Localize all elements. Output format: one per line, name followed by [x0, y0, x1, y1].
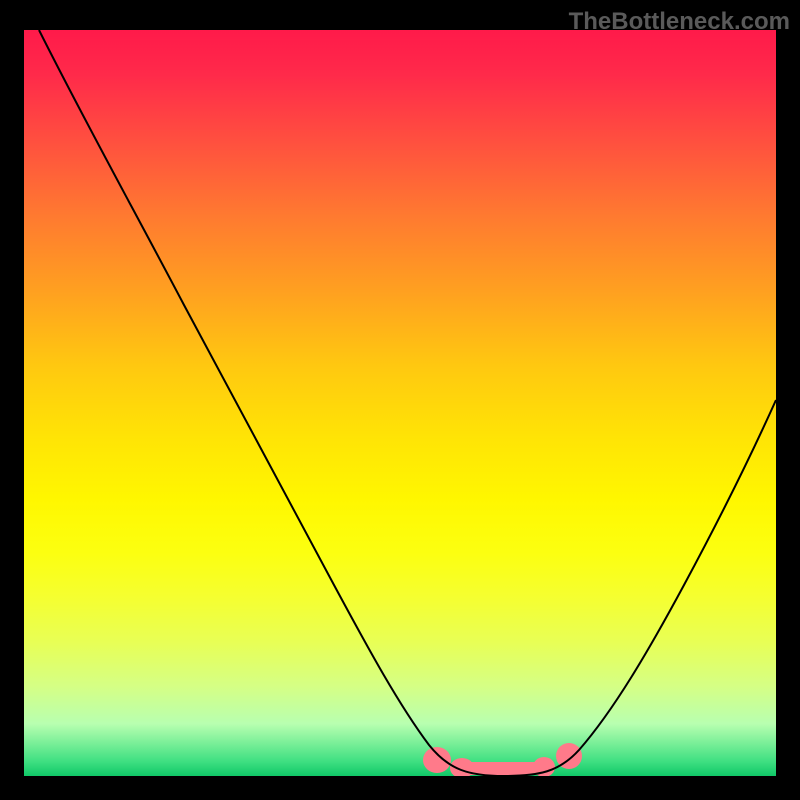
- chart-container: TheBottleneck.com: [0, 0, 800, 800]
- bottleneck-curve: [39, 30, 776, 776]
- valley-bump: [423, 743, 582, 776]
- bump-dot-1: [423, 747, 451, 773]
- plot-area: [24, 30, 776, 776]
- chart-svg: [24, 30, 776, 776]
- watermark-text: TheBottleneck.com: [569, 8, 790, 36]
